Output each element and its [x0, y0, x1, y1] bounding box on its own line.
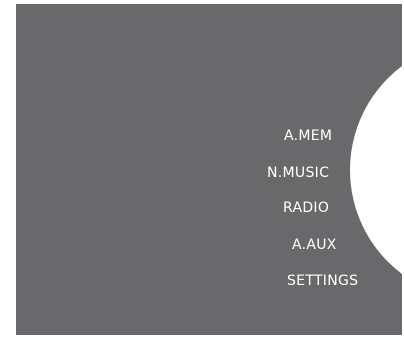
menu-item-settings[interactable]: SETTINGS — [287, 273, 358, 289]
menu-item-radio[interactable]: RADIO — [283, 200, 329, 216]
menu-item-n-music[interactable]: N.MUSIC — [267, 165, 329, 181]
menu-item-a-mem[interactable]: A.MEM — [284, 128, 332, 144]
screen-frame: A.MEM N.MUSIC RADIO A.AUX SETTINGS — [0, 0, 404, 339]
display-panel: A.MEM N.MUSIC RADIO A.AUX SETTINGS — [16, 4, 402, 335]
menu-item-a-aux[interactable]: A.AUX — [292, 237, 337, 253]
selection-wheel — [350, 40, 402, 300]
